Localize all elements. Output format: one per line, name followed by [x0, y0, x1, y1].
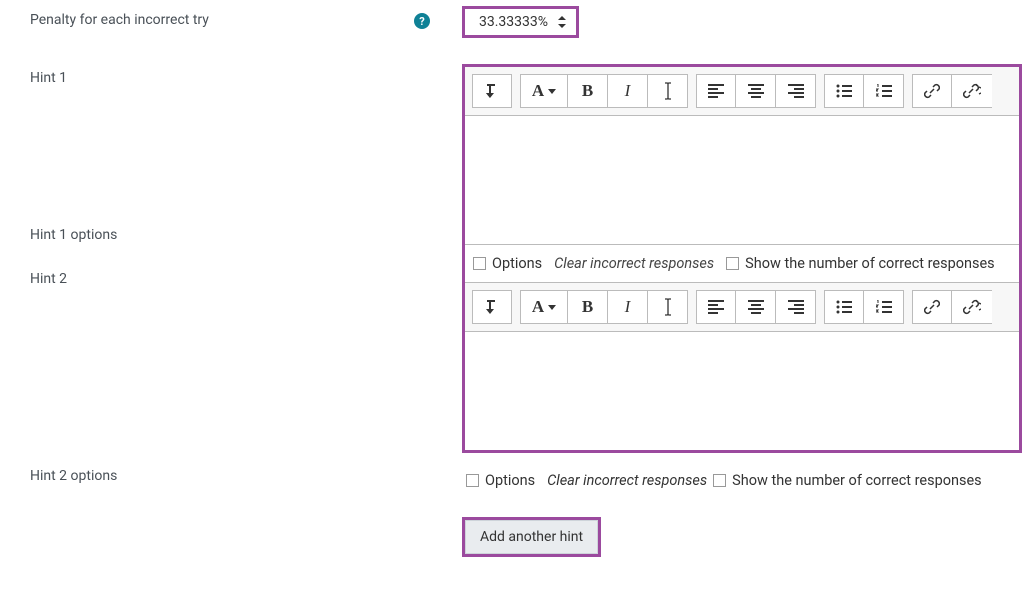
align-center-icon: [748, 84, 764, 98]
align-right-icon: [788, 84, 804, 98]
penalty-label: Penalty for each incorrect try: [30, 12, 414, 28]
bullet-list-button[interactable]: [824, 290, 864, 324]
arrow-down-icon: [485, 83, 499, 99]
sort-icon: [558, 16, 566, 28]
align-center-button[interactable]: [736, 74, 776, 108]
bold-button[interactable]: B: [568, 74, 608, 108]
numbered-list-icon: [876, 300, 892, 314]
hint1-label: Hint 1: [30, 70, 440, 86]
align-left-button[interactable]: [696, 290, 736, 324]
hint1-clear-label: Clear incorrect responses: [554, 255, 714, 272]
align-right-button[interactable]: [776, 290, 816, 324]
hint2-options-text: Options: [485, 472, 535, 489]
link-icon: [924, 83, 940, 99]
hint2-options-label: Hint 2 options: [30, 468, 440, 484]
text-cursor-button[interactable]: [648, 290, 688, 324]
align-center-button[interactable]: [736, 290, 776, 324]
chevron-down-icon: [548, 305, 556, 310]
align-left-icon: [708, 84, 724, 98]
hint2-show-label: Show the number of correct responses: [732, 472, 982, 489]
unlink-button[interactable]: [952, 74, 992, 108]
italic-button[interactable]: I: [608, 74, 648, 108]
unlink-button[interactable]: [952, 290, 992, 324]
italic-button[interactable]: I: [608, 290, 648, 324]
hint1-editor[interactable]: [465, 116, 1019, 244]
hint1-options-text: Options: [492, 255, 542, 272]
toolbar-toggle-button[interactable]: [472, 74, 512, 108]
bold-button[interactable]: B: [568, 290, 608, 324]
hint2-options-checkbox[interactable]: [466, 474, 479, 487]
hint2-toolbar: A B I: [465, 283, 1019, 332]
penalty-value: 33.33333%: [479, 14, 548, 30]
hint1-show-checkbox[interactable]: [726, 257, 739, 270]
hint1-options-checkbox[interactable]: [473, 257, 486, 270]
paragraph-style-button[interactable]: A: [520, 74, 568, 108]
hint1-options-label: Hint 1 options: [30, 227, 440, 243]
hint2-show-checkbox[interactable]: [713, 474, 726, 487]
unlink-icon: [963, 299, 981, 315]
align-center-icon: [748, 300, 764, 314]
unlink-icon: [963, 83, 981, 99]
arrow-down-icon: [485, 299, 499, 315]
align-right-button[interactable]: [776, 74, 816, 108]
text-cursor-icon: [662, 82, 674, 100]
bullet-list-button[interactable]: [824, 74, 864, 108]
penalty-select[interactable]: 33.33333%: [465, 9, 576, 35]
align-left-icon: [708, 300, 724, 314]
bullet-list-icon: [836, 300, 852, 314]
chevron-down-icon: [548, 89, 556, 94]
link-icon: [924, 299, 940, 315]
hint1-options-row: Options Clear incorrect responses Show t…: [465, 244, 1019, 282]
text-cursor-button[interactable]: [648, 74, 688, 108]
link-button[interactable]: [912, 290, 952, 324]
text-cursor-icon: [662, 298, 674, 316]
hint2-options-row: Options Clear incorrect responses Show t…: [462, 462, 1016, 499]
align-left-button[interactable]: [696, 74, 736, 108]
paragraph-style-button[interactable]: A: [520, 290, 568, 324]
toolbar-toggle-button[interactable]: [472, 290, 512, 324]
link-button[interactable]: [912, 74, 952, 108]
numbered-list-button[interactable]: [864, 290, 904, 324]
hint2-editor[interactable]: [465, 332, 1019, 450]
align-right-icon: [788, 300, 804, 314]
hint2-label: Hint 2: [30, 271, 440, 287]
numbered-list-icon: [876, 84, 892, 98]
add-another-hint-button[interactable]: Add another hint: [465, 520, 598, 554]
hint2-clear-label: Clear incorrect responses: [547, 472, 707, 489]
help-icon[interactable]: ?: [414, 13, 430, 29]
hint1-toolbar: A B I: [465, 67, 1019, 116]
numbered-list-button[interactable]: [864, 74, 904, 108]
bullet-list-icon: [836, 84, 852, 98]
hint1-show-label: Show the number of correct responses: [745, 255, 995, 272]
